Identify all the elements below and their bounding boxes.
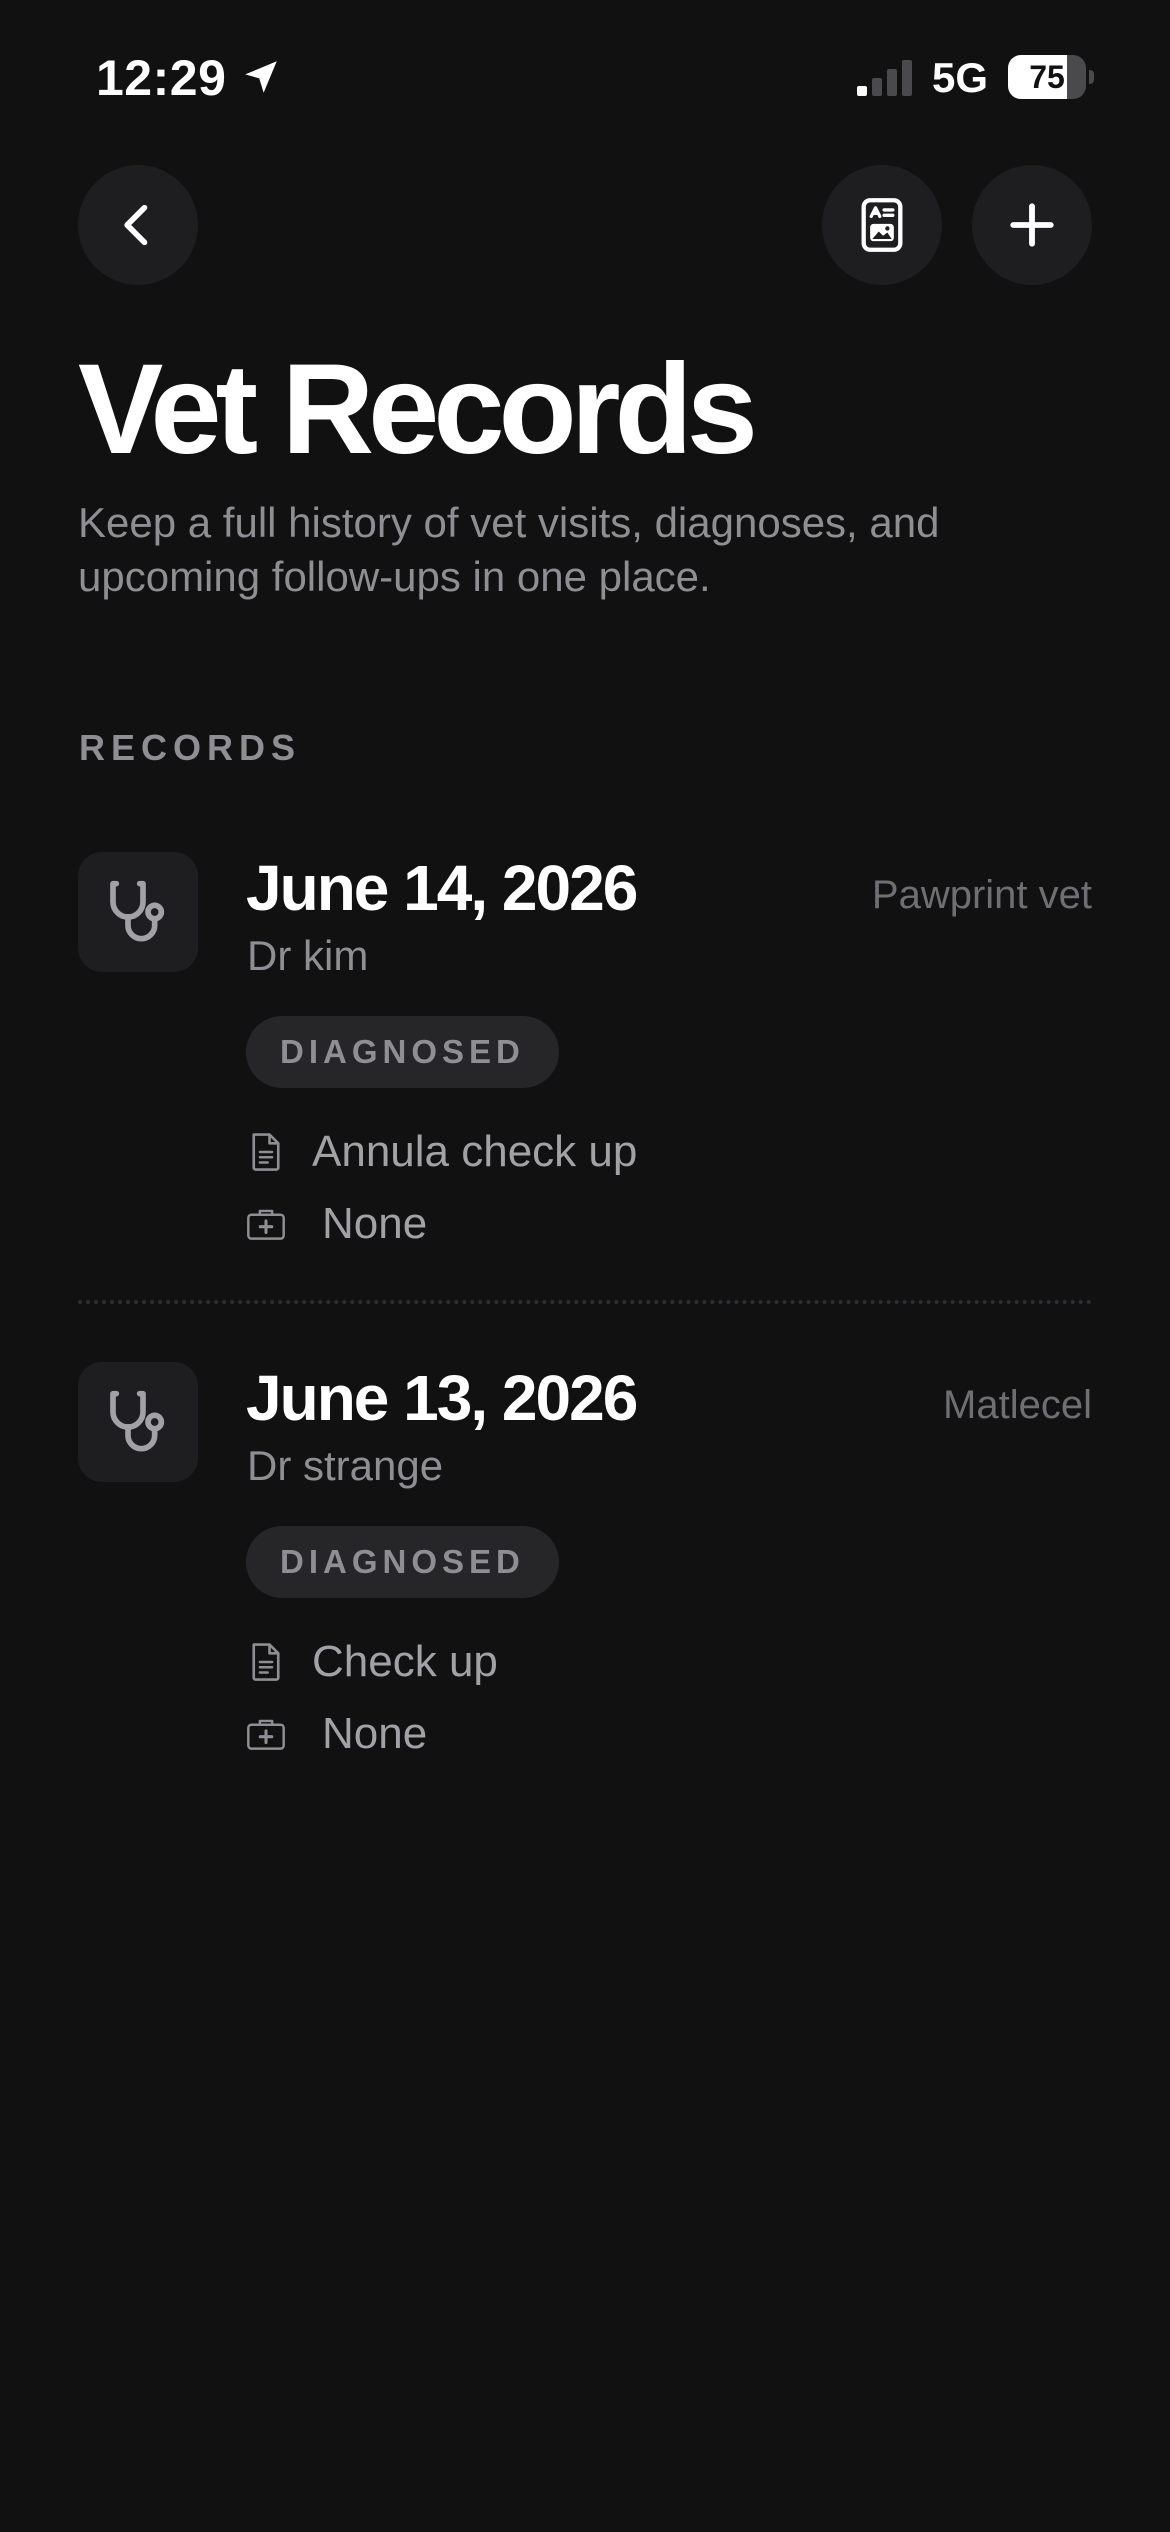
record-medication: None [322, 1199, 428, 1248]
record-medication-row: None [246, 1196, 427, 1252]
record-date: June 14, 2026 [246, 852, 638, 924]
plus-icon [1010, 203, 1054, 247]
document-report-icon [861, 198, 903, 252]
record-icon-tile [78, 1362, 198, 1482]
records-report-button[interactable] [822, 165, 942, 285]
record-clinic: Pawprint vet [871, 873, 1092, 917]
document-icon [246, 1640, 286, 1684]
page-title: Vet Records [78, 338, 758, 481]
status-bar: 12:29 5G 75 [0, 0, 1170, 150]
record-vet-name: Dr kim [247, 932, 369, 979]
chevron-left-icon [124, 204, 148, 246]
medical-kit-icon [246, 1202, 286, 1246]
stethoscope-icon [110, 880, 165, 942]
status-time: 12:29 [96, 50, 227, 106]
add-record-button[interactable] [972, 165, 1092, 285]
record-clinic: Matlecel [943, 1383, 1092, 1427]
section-label-records: RECORDS [79, 727, 302, 768]
record-vet-name: Dr strange [247, 1442, 444, 1489]
status-badge: DIAGNOSED [246, 1016, 559, 1088]
back-button[interactable] [78, 165, 198, 285]
record-medication: None [322, 1709, 428, 1758]
record-reason-row: Check up [246, 1634, 498, 1690]
battery-indicator: 75 [1008, 55, 1094, 99]
record-medication-row: None [246, 1706, 427, 1762]
record-reason: Check up [312, 1637, 498, 1686]
network-type: 5G [932, 54, 989, 101]
document-icon [246, 1130, 286, 1174]
record-reason: Annula check up [312, 1127, 638, 1176]
cellular-signal-icon [857, 60, 912, 96]
battery-level: 75 [1029, 59, 1065, 95]
battery-nub [1089, 70, 1094, 84]
record-icon-tile [78, 852, 198, 972]
record-reason-row: Annula check up [246, 1124, 637, 1180]
stethoscope-icon [110, 1390, 165, 1452]
status-badge: DIAGNOSED [246, 1526, 559, 1598]
record-card[interactable]: June 13, 2026 Matlecel Dr strange DIAGNO… [78, 1360, 1092, 1800]
record-card[interactable]: June 14, 2026 Pawprint vet Dr kim DIAGNO… [78, 850, 1092, 1290]
page-subtitle: Keep a full history of vet visits, diagn… [78, 499, 940, 600]
record-date: June 13, 2026 [246, 1362, 638, 1434]
record-divider [78, 1300, 1092, 1304]
medical-kit-icon [246, 1712, 286, 1756]
location-arrow-icon [245, 61, 277, 93]
